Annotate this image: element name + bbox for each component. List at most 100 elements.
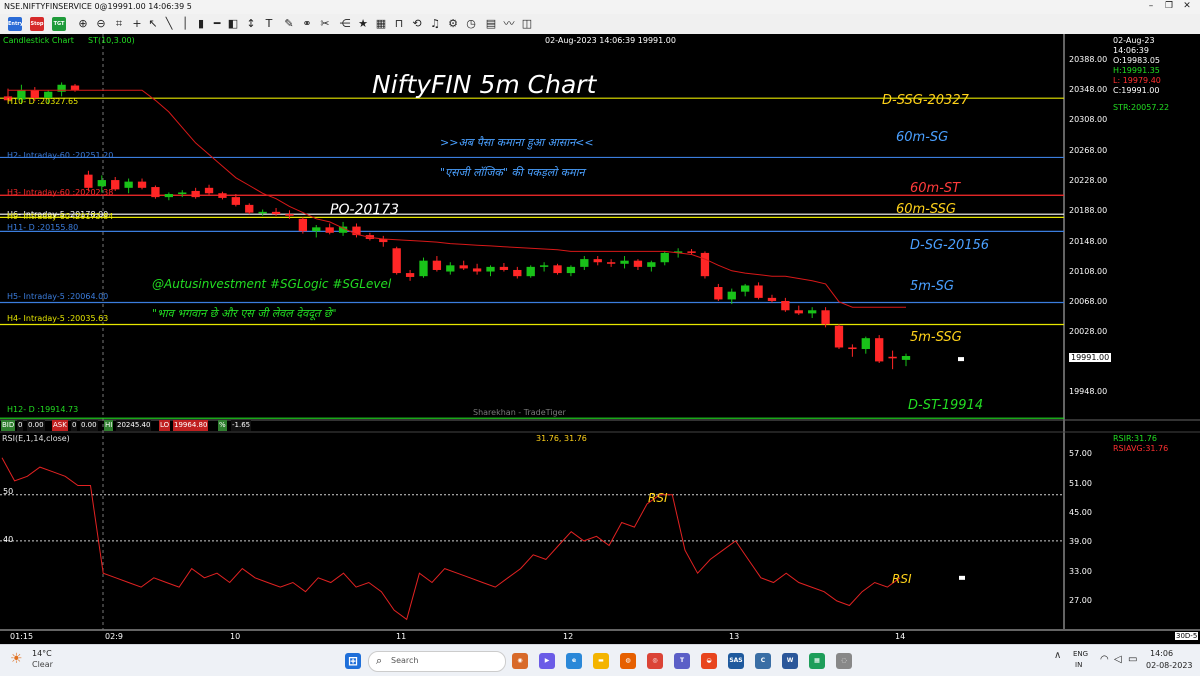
pointer-icon[interactable]: ↖ [146,17,160,31]
pencil-icon[interactable]: ✎ [282,17,296,31]
candle-body [901,356,911,360]
cube-icon[interactable]: ◧ [226,17,240,31]
annotation-dsg: D-SG-20156 [910,238,990,253]
timeframe-corner[interactable]: 30D-5 [1175,632,1199,640]
annotation-rsi-2: RSI [892,572,912,586]
chrome-icon[interactable]: ◎ [647,653,663,669]
chart-title: NiftyFIN 5m Chart [372,70,597,99]
bar-chart-icon[interactable]: ▮ [194,17,208,31]
candle-body [539,265,549,267]
fit-icon[interactable]: ⌗ [112,17,126,31]
search-input[interactable]: ⌕ Search [368,651,506,672]
price-tick: 20148.00 [1069,237,1108,246]
zoom-in-icon[interactable]: ⊕ [76,17,90,31]
windows-start-icon[interactable]: ⊞ [345,653,361,669]
candle-body [741,285,750,292]
price-marker [958,357,964,362]
wifi-icon[interactable]: ◠ [1100,654,1109,665]
annotation-hindi-3: "भाव भगवान छे और एस जी लेवल देवदूत छे" [152,307,337,320]
edge-icon[interactable]: e [566,653,582,669]
candle-body [472,268,482,272]
teams-icon[interactable]: T [674,653,690,669]
app-icon[interactable]: ◉ [512,653,528,669]
battery-icon[interactable]: ▭ [1128,654,1137,665]
grid-icon[interactable]: ▤ [484,17,498,31]
compare-icon[interactable]: ◫ [520,17,534,31]
price-tick: 20028.00 [1069,327,1108,336]
candle-body [606,262,616,264]
candle-body [660,252,669,263]
tradetiger-icon[interactable]: ◒ [701,653,717,669]
bell-icon[interactable]: ♫ [428,17,442,31]
text-icon[interactable]: T [262,17,276,31]
app-grid-icon[interactable]: ▦ [809,653,825,669]
close-icon[interactable]: ✕ [1182,2,1192,11]
window-title-bar: NSE.NIFTYFINSERVICE 0@19991.00 14:06:39 … [0,0,1200,15]
star-icon[interactable]: ★ [356,17,370,31]
bid-label: BID [1,420,16,431]
word-icon[interactable]: W [782,653,798,669]
time-tick: 14 [895,632,906,641]
weather-desc: Clear [32,660,53,669]
zoom-out-icon[interactable]: ⊖ [94,17,108,31]
windows-taskbar: ☀ 14°C Clear ⊞ ⌕ Search ◉ ▶ e ▬ ◍ ◎ T ◒ … [0,644,1200,676]
rsi-line [1,457,901,621]
candle-body [164,194,173,198]
candle-body [432,260,442,270]
horizontal-line-icon[interactable]: ━ [210,17,224,31]
target-button[interactable]: TGT [52,17,66,31]
indicator-icon[interactable]: 〰 [502,17,516,31]
arrow-up-icon[interactable]: ↕ [244,17,258,31]
candle-body [888,356,897,359]
candle-body [218,193,227,198]
app-c-icon[interactable]: C [755,653,771,669]
volume-icon[interactable]: ◁ [1114,654,1122,665]
candle-body [513,269,522,277]
chart-header-center: 02-Aug-2023 14:06:39 19991.00 [545,36,676,45]
tray-chevron-icon[interactable]: ∧ [1054,650,1061,661]
info-low: L: 19979.40 [1113,76,1161,85]
sync-icon[interactable]: ⟲ [410,17,424,31]
annotation-tags: @Autusinvestment #SGLogic #SGLevel [152,277,392,291]
price-tick: 20388.00 [1069,55,1108,64]
level-label-h2: H2- Intraday-60 :20251.20 [7,151,114,160]
app-globe-icon[interactable]: ◌ [836,653,852,669]
entry-button[interactable]: Entry [8,17,23,31]
candle-body [700,252,710,277]
chart-watermark: Sharekhan - TradeTiger [473,408,566,417]
rsi-tick: 33.00 [1069,567,1092,576]
region-label: IN [1075,661,1083,669]
clock-icon[interactable]: ◷ [464,17,478,31]
firefox-icon[interactable]: ◍ [620,653,636,669]
candle-body [781,300,790,311]
trendline-icon[interactable]: ╲ [162,17,176,31]
minimize-icon[interactable]: – [1146,2,1156,11]
price-tick: 20228.00 [1069,176,1108,185]
candle-body [486,266,495,272]
clock-date: 02-08-2023 [1146,661,1193,670]
scissors-icon[interactable]: ✂ [318,17,332,31]
candle-body [258,211,267,214]
rsi-label: RSI(E,1,14,close) [2,434,70,443]
rsi-tick: 57.00 [1069,449,1092,458]
restore-icon[interactable]: ❐ [1164,2,1174,11]
filter-icon[interactable]: ⋲ [338,17,352,31]
language-label[interactable]: ENG [1073,650,1088,658]
link-icon[interactable]: ⚭ [300,17,314,31]
weather-icon[interactable]: ☀ [10,651,23,667]
meet-icon[interactable]: ▶ [539,653,555,669]
annotation-5m-ssg: 5m-SSG [910,330,962,345]
folder-icon[interactable]: ▬ [593,653,609,669]
sas-icon[interactable]: SAS [728,653,744,669]
candle-body [191,190,200,198]
price-tick: 20108.00 [1069,267,1108,276]
annotation-60m-st: 60m-ST [910,181,961,196]
chart-area[interactable]: Candlestick Chart ST(10,3.00) 02-Aug-202… [0,34,1200,644]
cursor-icon[interactable]: + [130,17,144,31]
level-label-h3: H3- Intraday-60 :20202.38 [7,188,114,197]
stop-button[interactable]: Stop [30,17,44,31]
calendar-icon[interactable]: ▦ [374,17,388,31]
lock-icon[interactable]: ⊓ [392,17,406,31]
settings-icon[interactable]: ⚙ [446,17,460,31]
vertical-line-icon[interactable]: │ [178,17,192,31]
